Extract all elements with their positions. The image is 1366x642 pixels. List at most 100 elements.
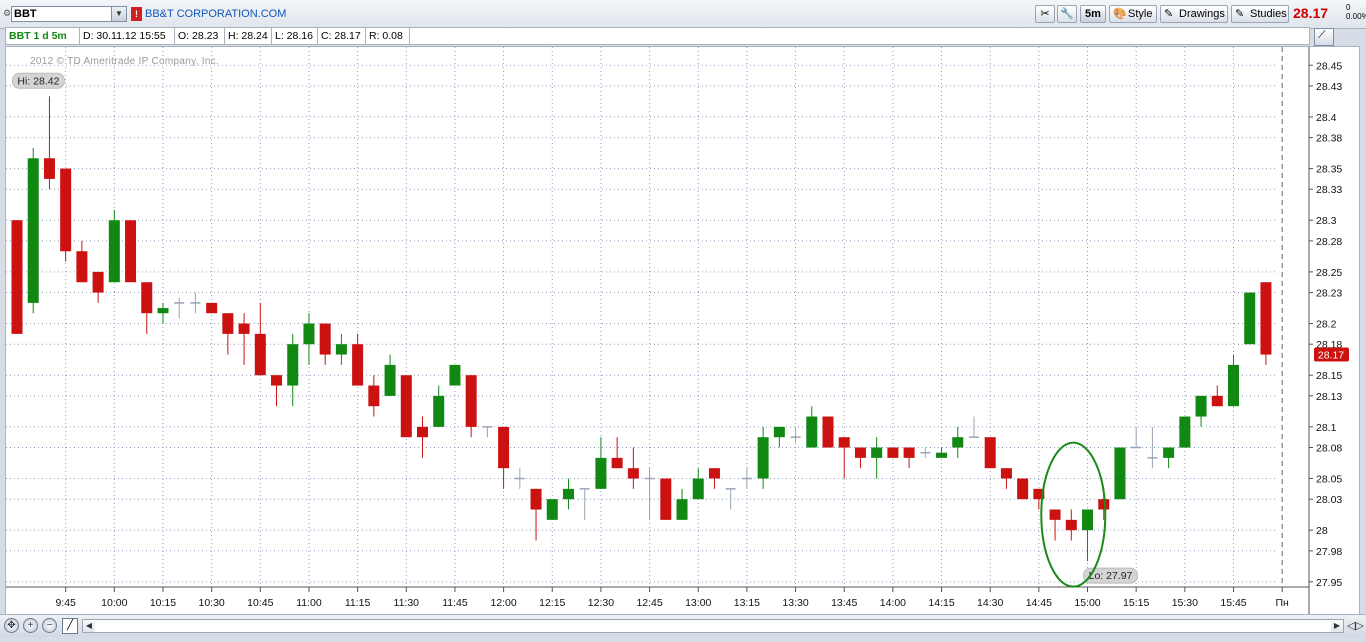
y-tick-label: 28.1 — [1316, 422, 1337, 434]
candle — [708, 468, 720, 489]
candle-body — [11, 220, 23, 334]
candle — [1114, 447, 1126, 500]
candle-body — [27, 158, 39, 303]
candle-body — [417, 426, 428, 438]
candle-body — [773, 426, 785, 438]
zoom-in-icon[interactable]: + — [23, 618, 38, 633]
x-tick-label: 13:00 — [685, 597, 711, 609]
gear-icon[interactable]: ⚙ — [3, 8, 11, 19]
symbol-input[interactable]: BBT ▼ — [11, 6, 127, 22]
candle — [206, 302, 218, 314]
candle-body — [1179, 416, 1191, 448]
candle-body — [530, 488, 542, 510]
x-tick-label: 11:15 — [345, 597, 371, 609]
candle — [1049, 509, 1061, 541]
candle — [546, 499, 558, 520]
candle — [660, 478, 672, 520]
candle-body — [108, 220, 120, 283]
candle — [108, 209, 120, 283]
candle-body — [319, 323, 331, 355]
candle-body — [546, 499, 558, 520]
y-tick-label: 28.15 — [1316, 370, 1342, 382]
x-tick-label: 15:00 — [1074, 597, 1100, 609]
y-tick-label: 28.38 — [1316, 133, 1342, 145]
candle-body — [1195, 395, 1207, 417]
draw-line-icon[interactable]: ╱ — [62, 618, 78, 634]
style-button[interactable]: 🎨 Style — [1109, 5, 1157, 23]
wrench-icon[interactable]: 🔧 — [1057, 5, 1077, 23]
candle — [790, 426, 801, 443]
candle — [254, 302, 266, 376]
chart-settings-button[interactable]: ⟋ — [1314, 28, 1334, 46]
candle-body — [498, 426, 510, 469]
scroll-right-icon[interactable]: ▶ — [1331, 620, 1343, 632]
candle — [822, 416, 834, 448]
alert-flag-icon[interactable]: ! — [131, 7, 142, 21]
y-tick-label: 28.05 — [1316, 474, 1342, 486]
candle — [417, 416, 428, 458]
candle — [514, 468, 525, 489]
interval-button[interactable]: 5m — [1080, 5, 1106, 23]
fit-chart-icon[interactable]: ◁▷ — [1347, 619, 1364, 632]
candle-body — [1049, 509, 1061, 520]
candle — [887, 447, 899, 458]
candle-body — [384, 364, 396, 396]
candle — [125, 220, 137, 283]
candle — [352, 333, 364, 386]
candle — [141, 282, 153, 334]
candle-body — [206, 302, 218, 314]
candle — [854, 447, 866, 469]
price-change: 0 0.00% — [1346, 3, 1366, 21]
horizontal-scrollbar[interactable]: ◀ ▶ — [82, 619, 1344, 633]
candle-body — [952, 437, 964, 448]
candle — [190, 292, 201, 314]
price-change-value: 0 — [1346, 3, 1351, 12]
candle — [1228, 354, 1239, 407]
chart-area[interactable]: 28.45 28.43 28.4 28.38 28.35 28.33 28.3 28.28 28… — [5, 46, 1360, 616]
candle-body — [76, 251, 88, 283]
candle-body — [433, 395, 445, 427]
x-tick-label: 14:30 — [977, 597, 1003, 609]
candle-body — [271, 375, 283, 386]
candle-body — [1098, 499, 1110, 510]
x-tick-label: 14:15 — [928, 597, 954, 609]
pan-icon[interactable]: ✥ — [4, 618, 19, 633]
pencil-icon: ✎ — [1164, 8, 1174, 20]
candle-body — [822, 416, 834, 448]
candle-body — [141, 282, 153, 314]
candle-body — [692, 478, 704, 500]
x-tick-label: 12:15 — [539, 597, 565, 609]
candle — [482, 426, 493, 438]
x-tick-label: 15:45 — [1220, 597, 1246, 609]
candle-body — [254, 333, 266, 376]
candle — [562, 478, 574, 510]
candle — [530, 488, 542, 541]
ohlc-infobar: BBT 1 d 5m D: 30.11.12 15:55 O: 28.23 H:… — [5, 27, 1310, 45]
y-tick-label: 28.35 — [1316, 164, 1342, 176]
x-tick-label: 11:45 — [442, 597, 468, 609]
candle-body — [352, 344, 364, 386]
y-tick-label: 28.45 — [1316, 60, 1342, 72]
candle — [465, 375, 477, 438]
bottom-toolbar: ✥ + − ╱ ◀ ▶ ◁▷ — [0, 614, 1366, 637]
candlestick-chart[interactable]: 28.45 28.43 28.4 28.38 28.35 28.33 28.3 28.28 28… — [6, 47, 1359, 615]
tools-icon[interactable]: ✂ — [1035, 5, 1055, 23]
candle — [579, 488, 590, 520]
y-tick-label: 28.23 — [1316, 288, 1342, 300]
zoom-out-icon[interactable]: − — [42, 618, 57, 633]
candle-body — [60, 168, 72, 252]
candle — [920, 447, 931, 458]
candle — [449, 364, 461, 386]
x-tick-label: 12:45 — [636, 597, 662, 609]
y-tick-label: 28.4 — [1316, 112, 1337, 124]
studies-button[interactable]: ✎ Studies — [1231, 5, 1289, 23]
candle-body — [627, 468, 639, 479]
scroll-left-icon[interactable]: ◀ — [83, 620, 95, 632]
drawings-label: Drawings — [1179, 8, 1225, 20]
company-link[interactable]: BB&T CORPORATION.COM — [145, 8, 286, 20]
symbol-dropdown-icon[interactable]: ▼ — [111, 7, 126, 21]
drawings-button[interactable]: ✎ Drawings — [1160, 5, 1228, 23]
style-label: Style — [1128, 8, 1153, 20]
candle-body — [465, 375, 477, 427]
candle — [222, 313, 234, 355]
